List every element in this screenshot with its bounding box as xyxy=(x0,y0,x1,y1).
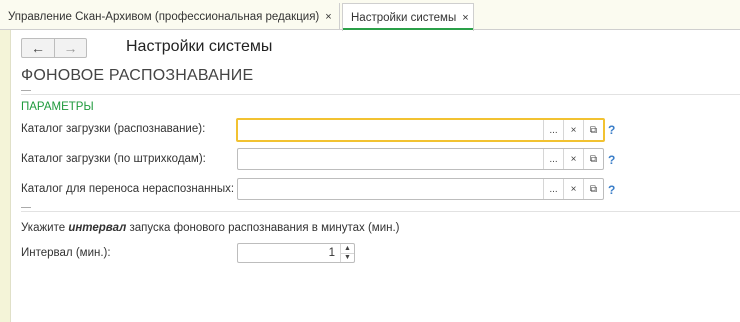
interval-hint: Укажите интервал запуска фонового распоз… xyxy=(21,222,400,234)
spin-buttons: ▲ ▼ xyxy=(340,244,354,262)
help-icon[interactable]: ? xyxy=(608,123,615,137)
select-button[interactable]: ... xyxy=(543,149,563,169)
hint-emphasis: интервал xyxy=(68,222,127,234)
left-panel-strip xyxy=(0,30,11,322)
divider xyxy=(21,94,740,95)
select-button[interactable]: ... xyxy=(543,120,563,140)
open-icon[interactable]: ⧉ xyxy=(583,179,603,199)
field-label-barcode-dir: Каталог загрузки (по штрихкодам): xyxy=(21,153,206,165)
increment-icon[interactable]: ▲ xyxy=(341,244,354,254)
close-icon[interactable]: × xyxy=(462,12,468,24)
unrecognized-dir-field: ... × ⧉ xyxy=(237,178,604,200)
group-title: ПАРАМЕТРЫ xyxy=(21,101,94,113)
tab-label: Настройки системы xyxy=(351,11,457,24)
forward-button[interactable]: → xyxy=(54,39,86,57)
open-icon[interactable]: ⧉ xyxy=(583,120,603,140)
navigation-buttons: ← → xyxy=(21,38,87,58)
help-icon[interactable]: ? xyxy=(608,153,615,167)
tab-system-settings[interactable]: Настройки системы × xyxy=(342,3,474,31)
page-title: Настройки системы xyxy=(126,38,273,55)
clear-button[interactable]: × xyxy=(563,179,583,199)
field-label-recognition-dir: Каталог загрузки (распознавание): xyxy=(21,123,206,135)
decrement-icon[interactable]: ▼ xyxy=(341,254,354,263)
clear-button[interactable]: × xyxy=(563,120,583,140)
recognition-dir-field: ... × ⧉ xyxy=(236,118,605,142)
back-button[interactable]: ← xyxy=(22,39,54,57)
hint-text: Укажите xyxy=(21,222,69,234)
clear-button[interactable]: × xyxy=(563,149,583,169)
tab-label: Управление Скан-Архивом (профессиональна… xyxy=(8,10,320,23)
section-title: ФОНОВОЕ РАСПОЗНАВАНИЕ xyxy=(21,67,254,84)
collapse-marker xyxy=(21,90,31,91)
hint-text: запуска фонового распознавания в минутах… xyxy=(126,222,400,234)
divider xyxy=(21,211,740,212)
interval-value[interactable]: 1 xyxy=(238,244,340,262)
close-icon[interactable]: × xyxy=(325,11,331,23)
tab-bar: Управление Скан-Архивом (профессиональна… xyxy=(0,0,740,31)
collapse-marker xyxy=(21,207,31,208)
help-icon[interactable]: ? xyxy=(608,183,615,197)
barcode-dir-input[interactable] xyxy=(238,149,543,169)
recognition-dir-input[interactable] xyxy=(238,120,543,140)
unrecognized-dir-input[interactable] xyxy=(238,179,543,199)
open-icon[interactable]: ⧉ xyxy=(583,149,603,169)
tab-scan-archive[interactable]: Управление Скан-Архивом (профессиональна… xyxy=(0,3,340,30)
field-label-unrecognized-dir: Каталог для переноса нераспознанных: xyxy=(21,183,235,195)
interval-stepper[interactable]: 1 ▲ ▼ xyxy=(237,243,355,263)
barcode-dir-field: ... × ⧉ xyxy=(237,148,604,170)
select-button[interactable]: ... xyxy=(543,179,563,199)
interval-label: Интервал (мин.): xyxy=(21,247,111,259)
